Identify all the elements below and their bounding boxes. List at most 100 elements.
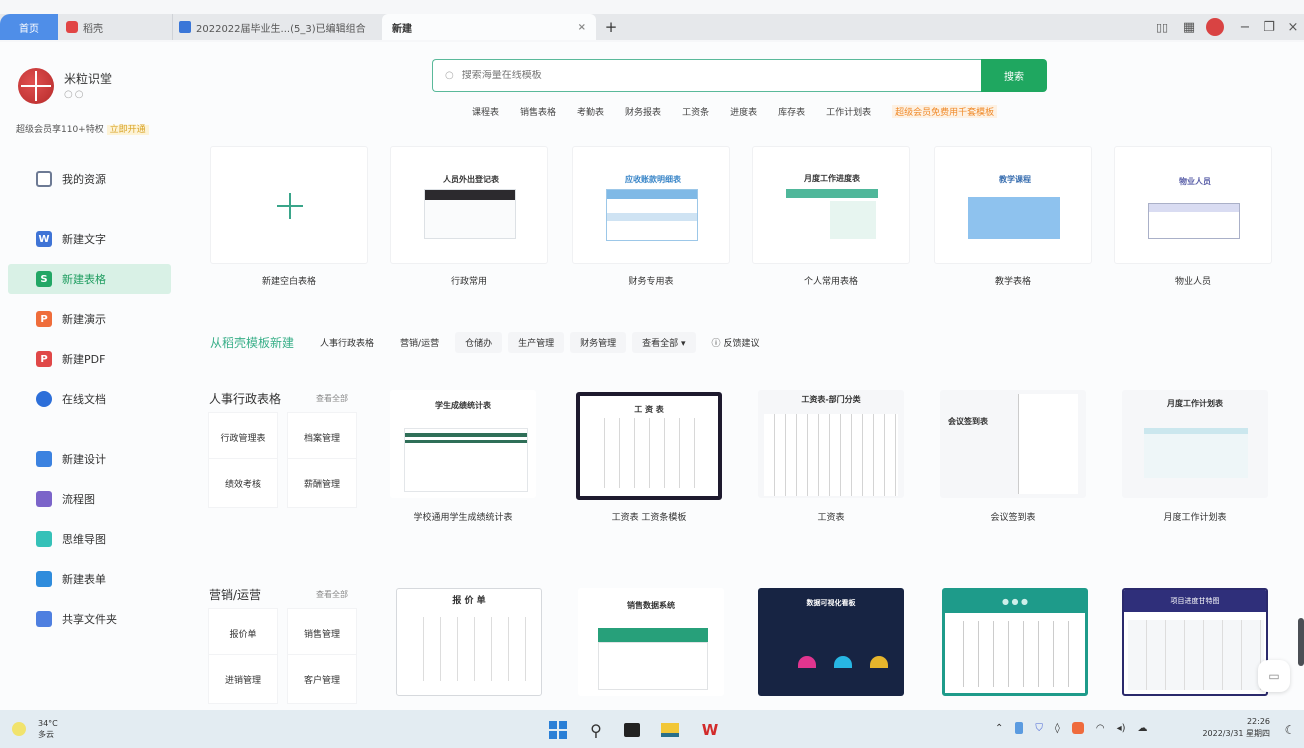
sidebar-item-new-presentation[interactable]: P 新建演示 bbox=[8, 304, 171, 334]
view-all-link[interactable]: 查看全部 bbox=[316, 393, 348, 404]
filter-chip[interactable]: 财务管理 bbox=[570, 332, 627, 353]
vip-link[interactable]: 立即开通 bbox=[106, 125, 149, 135]
sidebar-item-new-form[interactable]: 新建表单 bbox=[8, 564, 171, 594]
promo-tag[interactable]: 超级会员免费用千套模板 bbox=[892, 105, 998, 118]
sidebar-item-new-writer[interactable]: W 新建文字 bbox=[8, 224, 171, 254]
audio-device-icon[interactable]: ◊ bbox=[1055, 723, 1060, 734]
clock-date: 2022/3/31 星期四 bbox=[1202, 729, 1270, 738]
subcategory-button[interactable]: 进销管理 bbox=[208, 654, 278, 704]
template-card[interactable]: 销售数据系统 bbox=[578, 588, 724, 696]
template-label: 工资表 工资条模板 bbox=[611, 513, 687, 523]
filter-chip[interactable]: 仓储办 bbox=[455, 332, 503, 353]
search-box[interactable]: ○ bbox=[432, 59, 982, 92]
thumb-title: 月度工作进度表 bbox=[804, 174, 860, 183]
template-card[interactable]: 月度工作计划表 bbox=[1122, 390, 1268, 498]
chat-button[interactable]: ▭ bbox=[1258, 660, 1290, 692]
sidebar-item-new-spreadsheet[interactable]: S 新建表格 bbox=[8, 264, 171, 294]
online-doc-icon bbox=[36, 391, 52, 407]
sidebar-item-new-pdf[interactable]: P 新建PDF bbox=[8, 344, 171, 374]
template-card[interactable]: ● ● ● bbox=[942, 588, 1088, 696]
subcategory-button[interactable]: 档案管理 bbox=[287, 412, 357, 462]
subcategory-button[interactable]: 薪酬管理 bbox=[287, 458, 357, 508]
restore-button[interactable]: ❐ bbox=[1258, 14, 1280, 40]
search-input[interactable] bbox=[461, 70, 942, 81]
app-tray-icon[interactable] bbox=[1071, 722, 1084, 734]
start-button[interactable] bbox=[548, 720, 568, 740]
sidebar-item-resources[interactable]: 我的资源 bbox=[8, 164, 171, 194]
clock[interactable]: 22:26 2022/3/31 星期四 bbox=[1190, 716, 1270, 740]
sidebar-item-new-design[interactable]: 新建设计 bbox=[8, 444, 171, 474]
battery-icon[interactable] bbox=[1015, 722, 1024, 734]
tab-docer[interactable]: 稻壳 bbox=[58, 14, 168, 40]
tab-home[interactable]: 首页 bbox=[0, 14, 58, 40]
hot-tag[interactable]: 库存表 bbox=[778, 105, 805, 118]
template-card[interactable]: 报 价 单 bbox=[396, 588, 542, 696]
close-button[interactable]: × bbox=[1282, 14, 1304, 40]
sidebar-item-online-doc[interactable]: 在线文档 bbox=[8, 384, 171, 414]
filter-dropdown[interactable]: 查看全部 ▾ bbox=[632, 332, 696, 353]
hot-tag[interactable]: 财务报表 bbox=[625, 105, 661, 118]
thumb-title: 应收账款明细表 bbox=[625, 175, 681, 184]
wifi-icon[interactable]: ◠ bbox=[1096, 723, 1105, 734]
subcategory-button[interactable]: 客户管理 bbox=[287, 654, 357, 704]
tab-document[interactable]: 2022022届毕业生...(5_3)已编辑组合 bbox=[172, 14, 382, 40]
network-icon[interactable]: ☁ bbox=[1138, 723, 1148, 734]
weather-temp: 34°C bbox=[38, 719, 58, 728]
hot-tag[interactable]: 工资条 bbox=[682, 105, 709, 118]
new-blank-spreadsheet-card[interactable] bbox=[210, 146, 368, 264]
search-taskbar-button[interactable]: ⚲ bbox=[586, 720, 606, 740]
filter-chip[interactable]: 人事行政表格 bbox=[310, 332, 384, 353]
notification-button[interactable]: ☾ bbox=[1280, 720, 1300, 740]
sidebar-item-mindmap[interactable]: 思维导图 bbox=[8, 524, 171, 554]
user-avatar-small[interactable] bbox=[1204, 14, 1226, 40]
card-label: 财务专用表 bbox=[628, 277, 674, 287]
filter-chip[interactable]: 生产管理 bbox=[508, 332, 565, 353]
template-card[interactable]: 月度工作进度表 bbox=[752, 146, 910, 264]
hot-tag[interactable]: 考勤表 bbox=[577, 105, 604, 118]
add-tab-button[interactable]: + bbox=[600, 14, 622, 40]
thumb-title: 教学课程 bbox=[999, 175, 1031, 184]
subcategory-button[interactable]: 报价单 bbox=[208, 608, 278, 658]
hot-tag[interactable]: 销售表格 bbox=[520, 105, 556, 118]
sidebar-item-flowchart[interactable]: 流程图 bbox=[8, 484, 171, 514]
hot-tag[interactable]: 工作计划表 bbox=[826, 105, 871, 118]
thumb-header bbox=[405, 440, 527, 443]
close-tab-icon[interactable]: × bbox=[578, 22, 586, 33]
avatar[interactable] bbox=[18, 68, 54, 104]
volume-icon[interactable]: ◂) bbox=[1117, 723, 1126, 734]
template-card[interactable]: 工 资 表 bbox=[576, 392, 722, 500]
file-explorer-button[interactable] bbox=[660, 720, 680, 740]
template-card[interactable]: 教学课程 bbox=[934, 146, 1092, 264]
feedback-link[interactable]: ⓘ 反馈建议 bbox=[702, 332, 770, 353]
template-card[interactable]: 项目进度甘特图 bbox=[1122, 588, 1268, 696]
thumb-header bbox=[607, 190, 697, 199]
layout-icon[interactable]: ▯▯ bbox=[1150, 14, 1174, 40]
scrollbar-thumb[interactable] bbox=[1298, 618, 1304, 666]
filter-chip[interactable]: 营销/运营 bbox=[390, 332, 449, 353]
template-card[interactable]: 工资表-部门分类 bbox=[758, 390, 904, 498]
hot-tag[interactable]: 进度表 bbox=[730, 105, 757, 118]
view-all-link[interactable]: 查看全部 bbox=[316, 589, 348, 600]
hot-tag[interactable]: 课程表 bbox=[472, 105, 499, 118]
subcategory-button[interactable]: 行政管理表 bbox=[208, 412, 278, 462]
tab-new[interactable]: 新建 × bbox=[382, 14, 596, 40]
template-card[interactable]: 应收账款明细表 bbox=[572, 146, 730, 264]
sidebar-item-shared-folder[interactable]: 共享文件夹 bbox=[8, 604, 171, 634]
template-card[interactable]: 人员外出登记表 bbox=[390, 146, 548, 264]
template-card[interactable]: 数据可视化看板 bbox=[758, 588, 904, 696]
weather-widget[interactable]: 34°C 多云 bbox=[12, 718, 58, 740]
wps-taskbar-button[interactable]: W bbox=[700, 720, 720, 740]
security-shield-icon[interactable]: ⛉ bbox=[1035, 723, 1043, 734]
template-thumbnail: 教学课程 bbox=[968, 175, 1060, 239]
template-card[interactable]: 会议签到表 bbox=[940, 390, 1086, 498]
template-card[interactable]: 物业人员 bbox=[1114, 146, 1272, 264]
minimize-button[interactable]: − bbox=[1234, 14, 1256, 40]
template-card[interactable]: 学生成绩统计表 bbox=[390, 390, 536, 498]
task-view-icon bbox=[624, 723, 640, 737]
task-view-button[interactable] bbox=[622, 720, 642, 740]
subcategory-button[interactable]: 销售管理 bbox=[287, 608, 357, 658]
apps-icon[interactable]: ▦ bbox=[1178, 14, 1200, 40]
subcategory-button[interactable]: 绩效考核 bbox=[208, 458, 278, 508]
chevron-up-icon[interactable]: ⌃ bbox=[995, 723, 1003, 734]
search-button[interactable]: 搜索 bbox=[981, 59, 1047, 92]
